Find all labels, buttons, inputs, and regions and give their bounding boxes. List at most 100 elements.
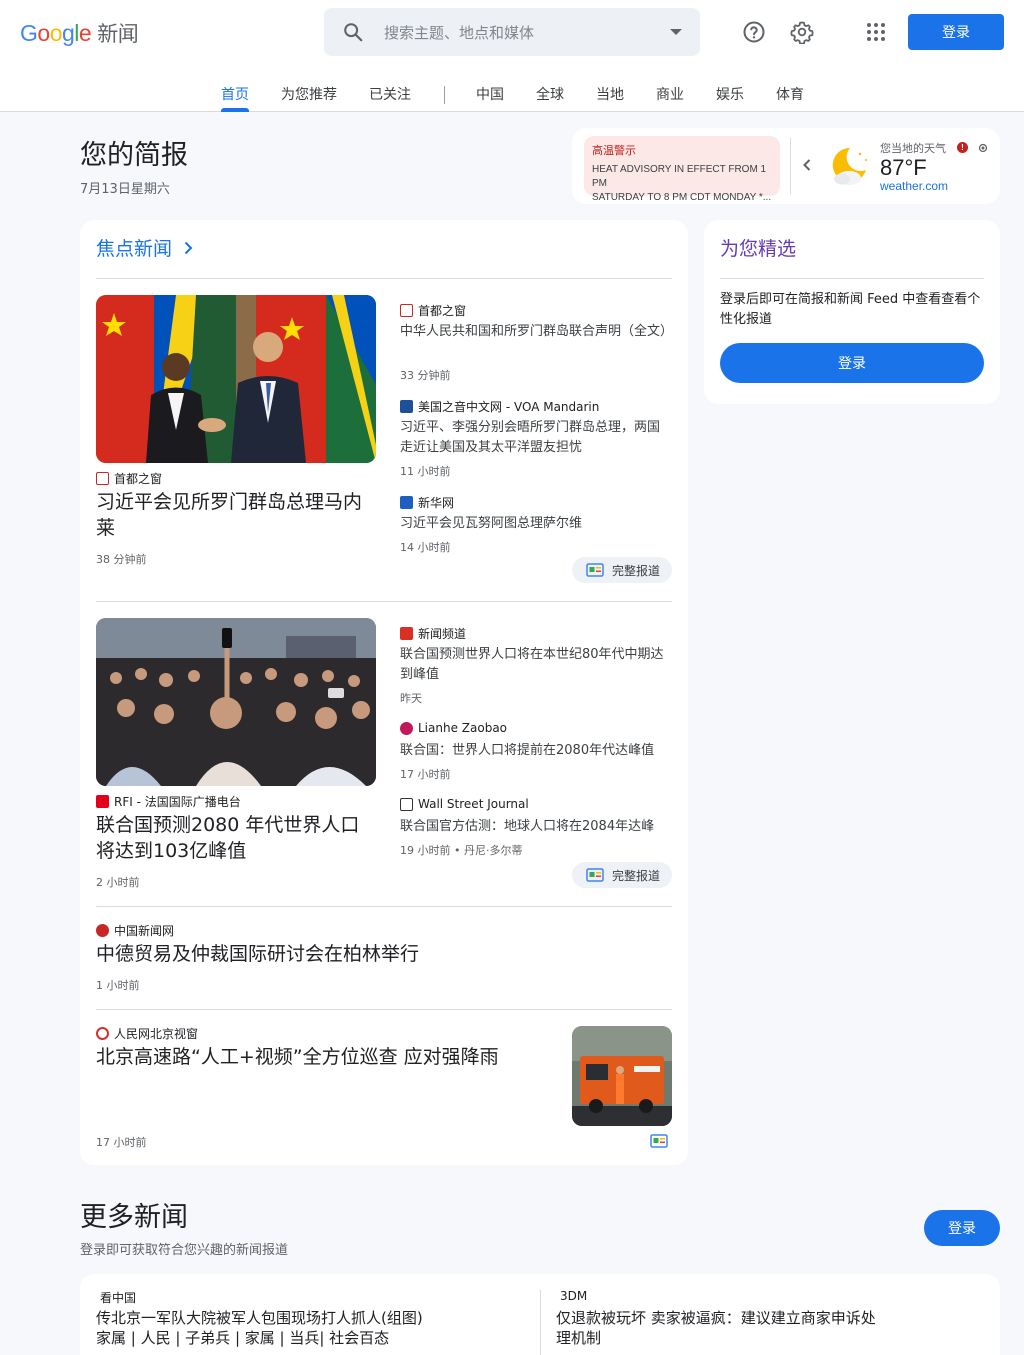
story-source[interactable]: 美国之音中文网 - VOA Mandarin — [400, 398, 599, 415]
location-icon[interactable] — [977, 142, 989, 154]
gear-icon — [790, 21, 814, 44]
search-options-dropdown-icon[interactable] — [670, 29, 682, 35]
story-source[interactable]: 看中国 — [100, 1289, 136, 1306]
tab-business[interactable]: 商业 — [656, 84, 684, 104]
source-name: 首都之窗 — [418, 304, 467, 318]
story-image-road-truck[interactable] — [572, 1026, 672, 1126]
full-coverage-icon — [586, 868, 604, 882]
story-source[interactable]: Lianhe Zaobao — [400, 721, 507, 735]
more-news-sign-in-button[interactable]: 登录 — [924, 1210, 1000, 1246]
story-source[interactable]: 首都之窗 — [400, 302, 466, 319]
briefing-date: 7月13日星期六 — [80, 182, 170, 197]
tab-sports[interactable]: 体育 — [776, 84, 804, 104]
alert-line: HEAT ADVISORY IN EFFECT FROM 1 PM — [592, 164, 767, 189]
zaobao-favicon-icon — [400, 721, 413, 735]
story-headline[interactable]: 传北京一军队大院被军人包围现场打人抓人(组图) 家属 | 人民 | 子弟兵 | … — [96, 1308, 526, 1348]
source-name: 美国之音中文网 - VOA Mandarin — [418, 400, 600, 414]
headline-line: 理机制 — [556, 1329, 602, 1347]
source-name: 新华网 — [418, 496, 455, 510]
story-time: 11 小时前 — [400, 465, 451, 478]
tab-home[interactable]: 首页 — [221, 84, 249, 104]
weather-source-link[interactable]: weather.com — [880, 179, 948, 193]
full-coverage-icon[interactable] — [650, 1134, 668, 1148]
tab-china[interactable]: 中国 — [476, 84, 504, 104]
chevron-left-icon[interactable] — [802, 158, 812, 172]
help-button[interactable] — [738, 16, 770, 48]
tab-following[interactable]: 已关注 — [369, 84, 411, 104]
section-tabs: 首页 为您推荐 已关注 中国 全球 当地 商业 娱乐 体育 — [0, 70, 1024, 112]
search-icon[interactable] — [342, 21, 364, 43]
help-icon — [743, 21, 765, 43]
source-name: Wall Street Journal — [418, 797, 529, 811]
story-headline[interactable]: 中华人民共和国和所罗门群岛联合声明（全文） — [400, 322, 673, 342]
story-source[interactable]: 人民网北京视窗 — [96, 1025, 198, 1042]
google-news-logo[interactable]: Google 新闻 — [20, 18, 139, 46]
story-headline[interactable]: 北京高速路“人工+视频”全方位巡查 应对强降雨 — [96, 1044, 556, 1070]
story-headline[interactable]: 中德贸易及仲裁国际研讨会在柏林举行 — [96, 941, 656, 967]
alert-body: HEAT ADVISORY IN EFFECT FROM 1 PM SATURD… — [592, 163, 772, 205]
story-headline[interactable]: 联合国预测2080 年代世界人口将达到103亿峰值 — [96, 812, 378, 864]
tab-for-you[interactable]: 为您推荐 — [281, 84, 337, 104]
source-name: 新闻频道 — [418, 627, 467, 641]
tab-entertainment[interactable]: 娱乐 — [716, 84, 744, 104]
tab-divider — [444, 86, 445, 104]
story-image-leaders-meeting[interactable] — [96, 295, 376, 463]
chinanews-favicon-icon — [96, 924, 109, 937]
active-tab-indicator — [221, 108, 249, 112]
weather-divider — [790, 138, 791, 194]
alert-dot-icon: ! — [957, 142, 968, 153]
column-divider — [540, 1290, 541, 1355]
story-headline[interactable]: 习近平会见所罗门群岛总理马内莱 — [96, 489, 378, 541]
tab-local[interactable]: 当地 — [596, 84, 624, 104]
full-coverage-label: 完整报道 — [612, 868, 661, 883]
story-time: 17 小时前 — [96, 1136, 147, 1149]
story-time: 14 小时前 — [400, 541, 451, 554]
weather-card[interactable]: 高温警示 HEAT ADVISORY IN EFFECT FROM 1 PM S… — [572, 128, 1000, 204]
sign-in-button[interactable]: 登录 — [908, 14, 1004, 50]
top-stories-panel: 焦点新闻 首都之窗 习近平会见所罗门群岛总理马内莱 38 分钟前 首都之窗 中华… — [80, 220, 688, 1165]
story-time: 昨天 — [400, 692, 422, 705]
story-source[interactable]: 3DM — [560, 1289, 587, 1303]
story-headline[interactable]: 仅退款被玩坏 卖家被逼疯：建议建立商家申诉处 理机制 — [556, 1308, 986, 1348]
more-news-title: 更多新闻 — [80, 1202, 188, 1233]
story-headline[interactable]: 习近平会见瓦努阿图总理萨尔维 — [400, 514, 672, 534]
settings-button[interactable] — [786, 16, 818, 48]
picks-sign-in-button[interactable]: 登录 — [720, 343, 984, 383]
story-source[interactable]: Wall Street Journal — [400, 797, 529, 811]
apps-button[interactable] — [860, 16, 892, 48]
voa-favicon-icon — [400, 400, 413, 413]
story-headline[interactable]: 联合国预测世界人口将在本世纪80年代中期达到峰值 — [400, 645, 672, 685]
story-source[interactable]: 中国新闻网 — [96, 922, 174, 939]
tab-world[interactable]: 全球 — [536, 84, 564, 104]
story-image-crowd[interactable] — [96, 618, 376, 786]
logo-letter: o — [49, 20, 63, 46]
story-source[interactable]: RFI - 法国国际广播电台 — [96, 793, 241, 810]
full-coverage-icon — [586, 563, 604, 577]
more-news-subtitle: 登录即可获取符合您兴趣的新闻报道 — [80, 1243, 289, 1258]
picks-for-you-text: 登录后即可在简报和新闻 Feed 中查看查看个性化报道 — [720, 292, 981, 327]
search-box[interactable]: 搜索主题、地点和媒体 — [324, 8, 700, 56]
story-time: 17 小时前 — [400, 768, 451, 781]
story-headline[interactable]: 习近平、李强分别会晤所罗门群岛总理，两国走近让美国及其太平洋盟友担忧 — [400, 418, 672, 458]
weather-alert[interactable]: 高温警示 HEAT ADVISORY IN EFFECT FROM 1 PM S… — [584, 136, 780, 203]
full-coverage-button[interactable]: 完整报道 — [572, 862, 672, 888]
full-coverage-button[interactable]: 完整报道 — [572, 557, 672, 583]
story-headline[interactable]: 联合国官方估测：地球人口将在2084年达峰 — [400, 817, 672, 837]
picks-for-you-panel: 为您精选 登录后即可在简报和新闻 Feed 中查看查看个性化报道 登录 — [704, 220, 1000, 404]
story-source[interactable]: 新闻频道 — [400, 625, 466, 642]
alert-line: SATURDAY TO 8 PM CDT MONDAY *... — [592, 192, 772, 203]
logo-letter: e — [78, 20, 92, 46]
story-headline[interactable]: 联合国：世界人口将提前在2080年代达峰值 — [400, 741, 672, 761]
source-name: 人民网北京视窗 — [114, 1027, 199, 1041]
divider — [720, 278, 984, 279]
top-bar: Google 新闻 搜索主题、地点和媒体 登录 首页 为您推荐 已关注 中国 全… — [0, 0, 1024, 112]
top-stories-heading[interactable]: 焦点新闻 — [96, 234, 196, 261]
source-name: 3DM — [560, 1289, 588, 1303]
story-source[interactable]: 首都之窗 — [96, 470, 162, 487]
logo-letter: o — [37, 20, 50, 46]
story-source[interactable]: 新华网 — [400, 494, 454, 511]
source-name: 中国新闻网 — [114, 924, 175, 938]
search-input[interactable]: 搜索主题、地点和媒体 — [384, 22, 670, 43]
top-stories-title: 焦点新闻 — [96, 238, 173, 260]
divider — [96, 601, 672, 602]
